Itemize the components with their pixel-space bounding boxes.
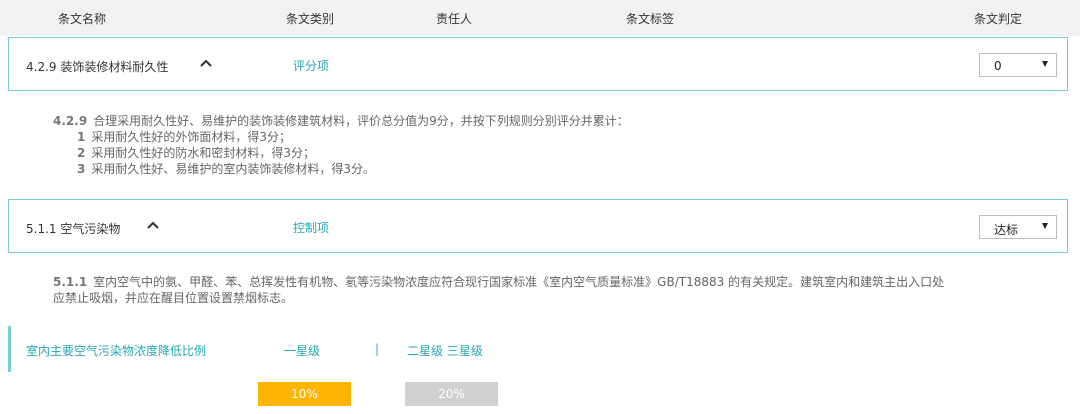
two-three-star-label[interactable]: 二星级 三星级 bbox=[407, 342, 483, 359]
two-star-percent-bar[interactable]: 20% bbox=[405, 382, 498, 406]
indicator-label: 室内主要空气污染物浓度降低比例 bbox=[26, 344, 207, 358]
desc-text: 室内空气中的氨、甲醛、苯、总挥发性有机物、氡等污染物浓度应符合现行国家标准《室内… bbox=[93, 275, 945, 289]
one-star-label[interactable]: 一星级 bbox=[284, 342, 320, 359]
header-clause-type: 条文类别 bbox=[286, 12, 335, 26]
desc-number: 5.1.1 bbox=[53, 275, 88, 289]
clause-card-5-1-1[interactable]: 5.1.1 空气污染物 控制项 达标 bbox=[8, 199, 1068, 253]
header-owner: 责任人 bbox=[436, 12, 473, 26]
rule-text: 采用耐久性好的外饰面材料，得3分； bbox=[91, 130, 291, 144]
table-header: 条文名称 条文类别 责任人 条文标签 条文判定 bbox=[0, 0, 1080, 36]
desc-text: 合理采用耐久性好、易维护的装饰装修建筑材料，评价总分值为9分，并按下列规则分别评… bbox=[93, 114, 629, 128]
desc-text: 应禁止吸烟，并应在醒目位置设置禁烟标志。 bbox=[53, 291, 294, 305]
header-judge: 条文判定 bbox=[974, 12, 1023, 26]
rule-item: 1 采用耐久性好的外饰面材料，得3分； bbox=[53, 129, 629, 145]
desc-line: 应禁止吸烟，并应在醒目位置设置禁烟标志。 bbox=[53, 290, 944, 306]
clause-type: 控制项 bbox=[293, 221, 330, 235]
rule-text: 采用耐久性好的防水和密封材料，得3分； bbox=[91, 146, 315, 160]
dropdown-arrow-icon bbox=[1042, 223, 1048, 229]
desc-line: 4.2.9 合理采用耐久性好、易维护的装饰装修建筑材料，评价总分值为9分，并按下列… bbox=[53, 113, 629, 129]
chevron-up-icon[interactable] bbox=[197, 54, 215, 72]
header-clause-name: 条文名称 bbox=[58, 12, 107, 26]
judge-select[interactable]: 达标 bbox=[979, 215, 1057, 239]
clause-title: 5.1.1 空气污染物 bbox=[26, 222, 121, 236]
star-divider: | bbox=[375, 342, 380, 356]
judge-select-value: 0 bbox=[994, 59, 1002, 73]
clause-description: 4.2.9 合理采用耐久性好、易维护的装饰装修建筑材料，评价总分值为9分，并按下列… bbox=[53, 113, 629, 177]
chevron-up-icon[interactable] bbox=[144, 216, 162, 234]
dropdown-arrow-icon bbox=[1042, 61, 1048, 67]
one-star-percent-bar[interactable]: 10% bbox=[258, 382, 351, 406]
clause-description: 5.1.1 室内空气中的氨、甲醛、苯、总挥发性有机物、氡等污染物浓度应符合现行国家… bbox=[53, 274, 944, 306]
rule-item: 3 采用耐久性好、易维护的室内装饰装修材料，得3分。 bbox=[53, 161, 629, 177]
judge-select-value: 达标 bbox=[994, 223, 1019, 237]
clause-type: 评分项 bbox=[293, 59, 330, 73]
rule-text: 采用耐久性好、易维护的室内装饰装修材料，得3分。 bbox=[91, 162, 375, 176]
indicator-row: 室内主要空气污染物浓度降低比例 一星级 | 二星级 三星级 bbox=[8, 326, 1068, 372]
judge-select[interactable]: 0 bbox=[979, 53, 1057, 77]
rule-number: 3 bbox=[77, 162, 86, 176]
clause-card-4-2-9[interactable]: 4.2.9 装饰装修材料耐久性 评分项 0 bbox=[8, 37, 1068, 91]
rule-number: 2 bbox=[77, 146, 86, 160]
rule-number: 1 bbox=[77, 130, 86, 144]
clause-title: 4.2.9 装饰装修材料耐久性 bbox=[26, 60, 169, 74]
desc-line: 5.1.1 室内空气中的氨、甲醛、苯、总挥发性有机物、氡等污染物浓度应符合现行国家… bbox=[53, 274, 944, 290]
desc-number: 4.2.9 bbox=[53, 114, 88, 128]
header-tags: 条文标签 bbox=[626, 12, 675, 26]
rule-item: 2 采用耐久性好的防水和密封材料，得3分； bbox=[53, 145, 629, 161]
